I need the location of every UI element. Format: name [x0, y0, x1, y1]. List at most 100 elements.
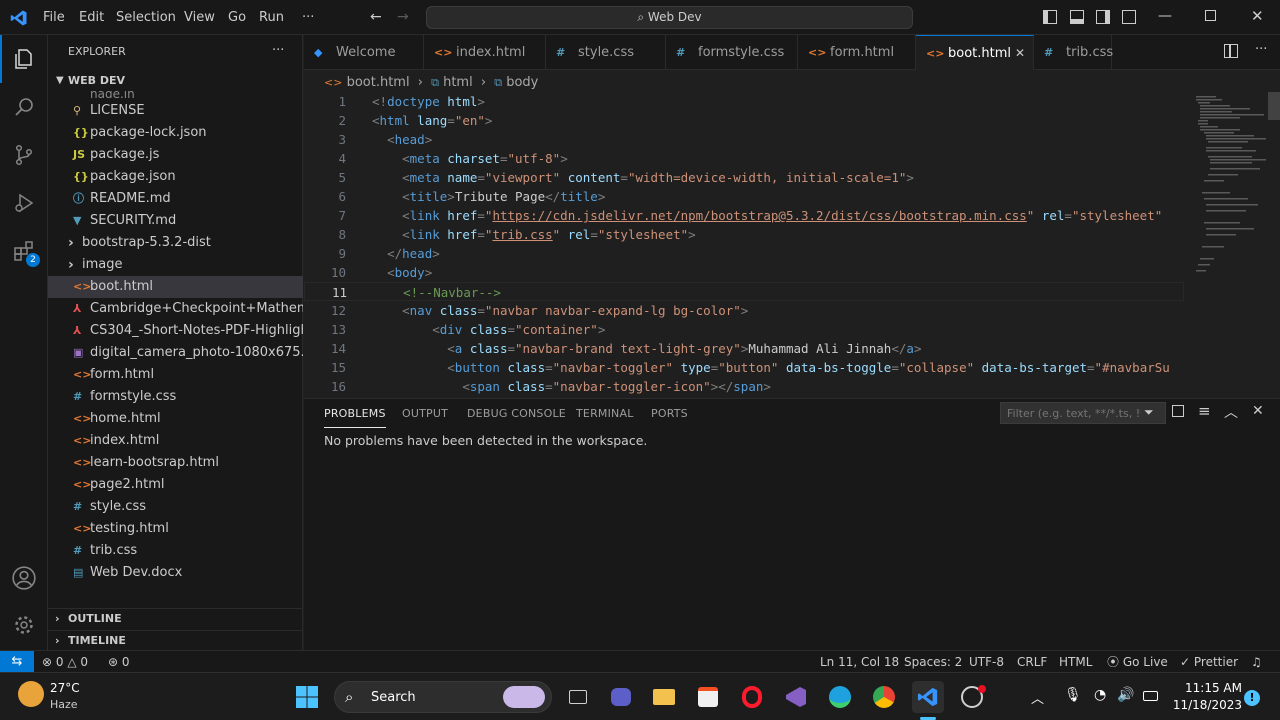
file-item[interactable]: ▣ digital_camera_photo-1080x675.jpg	[48, 342, 303, 364]
collapse-all-icon[interactable]	[1172, 405, 1184, 417]
panel-tab-output[interactable]: OUTPUT	[402, 399, 448, 428]
clock-time[interactable]: 11:15 AM	[1170, 681, 1242, 695]
customize-layout-icon[interactable]	[1122, 10, 1136, 24]
bell-icon[interactable]: ♫	[1251, 651, 1262, 673]
file-item[interactable]: <> testing.html	[48, 518, 303, 540]
timeline-section[interactable]: › TIMELINE	[48, 630, 303, 652]
run-debug-icon[interactable]	[0, 179, 48, 227]
clock-date[interactable]: 11/18/2023	[1170, 698, 1242, 712]
panel-tab-problems[interactable]: PROBLEMS	[324, 399, 386, 428]
extensions-icon[interactable]: 2	[0, 227, 48, 275]
remote-icon[interactable]: ⇆	[0, 651, 34, 672]
file-item[interactable]: ⅄ Cambridge+Checkpoint+Mathemati...	[48, 298, 303, 320]
panel-tab-debug-console[interactable]: DEBUG CONSOLE	[467, 399, 566, 428]
weather-sun-icon[interactable]	[18, 681, 44, 707]
more-actions-icon[interactable]: ···	[1255, 42, 1267, 57]
tab-form-html[interactable]: <> form.html	[798, 35, 916, 70]
explorer-icon[interactable]	[0, 35, 48, 83]
explorer-more-button[interactable]: ···	[272, 43, 284, 58]
menu-selection[interactable]: Selection	[110, 0, 182, 35]
taskbar-search-box[interactable]: ⌕ Search	[334, 681, 552, 713]
file-item[interactable]: ⅄ CS304_-Short-Notes-PDF-Highlighte...	[48, 320, 303, 342]
code-line[interactable]: 2 <html lang="en">	[304, 111, 1204, 130]
chevron-up-icon[interactable]: ︿	[1031, 688, 1044, 707]
view-as-list-icon[interactable]: ≡	[1198, 402, 1211, 420]
vscode-taskbar-icon[interactable]	[912, 681, 944, 713]
back-arrow-icon[interactable]: ←	[370, 9, 382, 25]
code-line[interactable]: 13 <div class="container">	[304, 320, 1204, 339]
file-item[interactable]: # style.css	[48, 496, 303, 518]
toggle-panel-icon[interactable]	[1070, 10, 1084, 24]
eol-status[interactable]: CRLF	[1017, 651, 1047, 673]
code-line[interactable]: 5 <meta name="viewport" content="width=d…	[304, 168, 1204, 187]
breadcrumb-html[interactable]: html	[443, 75, 473, 90]
panel-tab-ports[interactable]: PORTS	[651, 399, 688, 428]
chrome-icon[interactable]	[868, 681, 900, 713]
menu-file[interactable]: File	[37, 0, 71, 35]
opera-icon[interactable]	[736, 681, 768, 713]
code-line[interactable]: 8 <link href="trib.css" rel="stylesheet"…	[304, 225, 1204, 244]
file-item[interactable]: ⚲ LICENSE	[48, 100, 303, 122]
workspace-root[interactable]: ▼ WEB DEV	[48, 70, 303, 92]
close-tab-icon[interactable]: ✕	[1015, 36, 1025, 71]
panel-tab-terminal[interactable]: TERMINAL	[576, 399, 634, 428]
forward-arrow-icon[interactable]: →	[397, 9, 409, 25]
file-item[interactable]: › bootstrap-5.3.2-dist	[48, 232, 303, 254]
code-area[interactable]: 1 <!doctype html> 2 <html lang="en"> 3 <head…	[304, 92, 1204, 398]
file-explorer-icon[interactable]	[648, 681, 680, 713]
code-line[interactable]: 16 <span class="navbar-toggler-icon"></s…	[304, 377, 1204, 396]
code-line[interactable]: 10 <body>	[304, 263, 1204, 282]
tab-index-html[interactable]: <> index.html	[424, 35, 546, 70]
menu-go[interactable]: Go	[222, 0, 252, 35]
filter-icon[interactable]: ⏷	[1144, 405, 1154, 420]
tab-trib-css[interactable]: # trib.css	[1034, 35, 1113, 70]
code-line[interactable]: 1 <!doctype html>	[304, 92, 1204, 111]
editor-scrollbar[interactable]	[1268, 92, 1280, 120]
code-line[interactable]: 3 <head>	[304, 130, 1204, 149]
file-item[interactable]: {} package.json	[48, 166, 303, 188]
battery-icon[interactable]	[1143, 691, 1158, 701]
breadcrumb-body[interactable]: body	[506, 75, 538, 90]
chat-icon[interactable]	[605, 681, 637, 713]
weather-temp[interactable]: 27°C	[50, 681, 80, 695]
cursor-position[interactable]: Ln 11, Col 18	[820, 651, 899, 673]
outline-section[interactable]: › OUTLINE	[48, 608, 303, 630]
code-line[interactable]: 12 <nav class="navbar navbar-expand-lg b…	[304, 301, 1204, 320]
gear-icon[interactable]	[0, 601, 48, 649]
code-line[interactable]: 6 <title>Tribute Page</title>	[304, 187, 1204, 206]
source-control-icon[interactable]	[0, 131, 48, 179]
toggle-secondary-sidebar-icon[interactable]	[1096, 10, 1110, 24]
encoding-status[interactable]: UTF-8	[969, 651, 1004, 673]
code-line[interactable]: 7 <link href="https://cdn.jsdelivr.net/n…	[304, 206, 1204, 225]
tab-style-css[interactable]: # style.css	[546, 35, 666, 70]
code-line[interactable]: 14 <a class="navbar-brand text-light-gre…	[304, 339, 1204, 358]
menu-more[interactable]: ···	[296, 0, 320, 35]
account-icon[interactable]	[0, 554, 48, 602]
tab-boot-html[interactable]: <> boot.html ✕	[916, 35, 1034, 70]
close-window-icon[interactable]: ✕	[1251, 7, 1264, 25]
menu-edit[interactable]: Edit	[73, 0, 110, 35]
code-editor[interactable]: <> boot.html › ⧉ html › ⧉ body 1 <!doctyp…	[304, 70, 1280, 398]
code-line[interactable]: 15 <button class="navbar-toggler" type="…	[304, 358, 1204, 377]
volume-icon[interactable]: 🔊	[1117, 687, 1134, 703]
code-line[interactable]: 11 <!--Navbar-->	[304, 282, 1184, 301]
file-item[interactable]: <> page2.html	[48, 474, 303, 496]
menu-view[interactable]: View	[178, 0, 221, 35]
file-item[interactable]: › image	[48, 254, 303, 276]
split-editor-icon[interactable]	[1224, 44, 1238, 58]
file-item[interactable]: {} package-lock.json	[48, 122, 303, 144]
tab-formstyle-css[interactable]: # formstyle.css	[666, 35, 798, 70]
breadcrumb-file[interactable]: boot.html	[347, 75, 410, 90]
file-item[interactable]: ▼ SECURITY.md	[48, 210, 303, 232]
tab-welcome[interactable]: ◆ Welcome	[304, 35, 424, 70]
prettier-status[interactable]: ✓ Prettier	[1180, 651, 1238, 673]
file-item[interactable]: ▤ Web Dev.docx	[48, 562, 303, 584]
microphone-icon[interactable]: 🎙	[1064, 687, 1082, 703]
windows-start-icon[interactable]	[291, 681, 323, 713]
file-item[interactable]: # trib.css	[48, 540, 303, 562]
go-live-button[interactable]: ⦿ Go Live	[1107, 651, 1168, 673]
file-item[interactable]: <> learn-bootsrap.html	[48, 452, 303, 474]
command-center[interactable]: ⌕ Web Dev	[426, 6, 913, 29]
minimap[interactable]	[1192, 92, 1268, 292]
minimize-icon[interactable]: —	[1158, 8, 1172, 24]
